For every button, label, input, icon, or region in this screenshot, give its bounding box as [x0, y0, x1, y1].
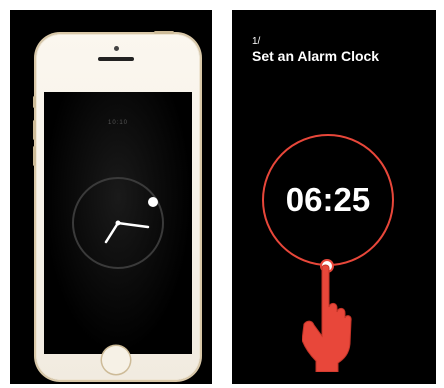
hour-hand	[104, 221, 120, 244]
analog-clock	[72, 177, 164, 269]
right-panel: 1/ Set an Alarm Clock 06:25	[232, 10, 436, 384]
power-button	[154, 31, 174, 34]
volume-down-button	[33, 146, 36, 166]
pointing-hand-icon	[302, 264, 352, 372]
clock-handle[interactable]	[148, 197, 158, 207]
front-camera	[114, 46, 119, 51]
home-button[interactable]	[102, 346, 130, 374]
alarm-time: 06:25	[285, 181, 371, 218]
volume-up-button	[33, 120, 36, 140]
clock-center	[115, 220, 121, 226]
phone-device: 10:10	[33, 31, 200, 380]
step-number: 1/	[252, 36, 261, 47]
left-panel: 10:10	[10, 10, 212, 384]
mute-switch	[33, 96, 36, 108]
minute-hand	[116, 221, 150, 229]
phone-screen: 10:10	[44, 92, 192, 354]
earpiece-speaker	[98, 57, 134, 61]
step-title: Set an Alarm Clock	[252, 48, 380, 64]
